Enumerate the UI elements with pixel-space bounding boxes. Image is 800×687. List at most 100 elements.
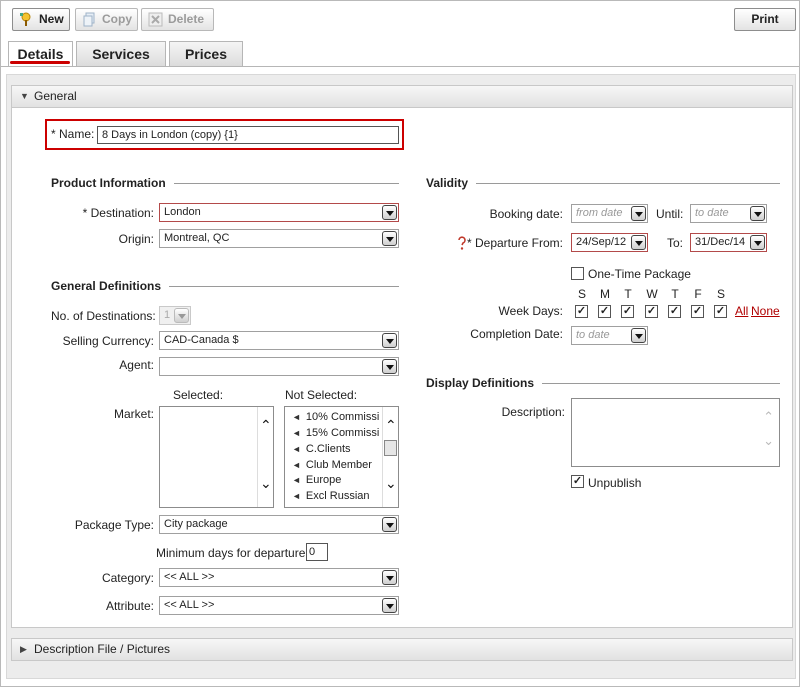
list-item[interactable]: ◄ 10% Commissi [292,411,379,423]
booking-date-label: Booking date: [489,207,563,221]
market-selected-list[interactable]: ⌃ ⌄ [159,406,274,508]
chevron-down-icon [174,308,189,323]
num-destinations-value: 1 [164,309,171,321]
weekday-header: F [694,287,702,301]
unpublish-checkbox[interactable]: ✓ [571,475,584,488]
weekday-header: M [600,287,610,301]
selling-currency-select[interactable]: CAD-Canada $ [159,331,399,350]
list-item[interactable]: ◄ Club Member [292,459,372,471]
scroll-down-icon[interactable]: ⌄ [763,433,774,449]
agent-select[interactable] [159,357,399,376]
select-all-days-link[interactable]: All [735,304,748,318]
active-tab-indicator [10,61,70,64]
chevron-down-icon [382,598,397,613]
departure-from-date[interactable]: 24/Sep/12 [571,233,648,252]
list-item[interactable]: ◄ C.Clients [292,443,351,455]
weekday-header: S [577,287,586,301]
booking-from-date[interactable]: from date [571,204,648,223]
one-time-checkbox[interactable] [571,267,584,280]
scroll-up-icon[interactable]: ⌃ [385,417,397,434]
departure-from-label: * Departure From: [466,236,563,250]
weekday-header: T [624,287,632,301]
to-label: To: [667,236,684,250]
list-item[interactable]: ◄ 15% Commissi [292,427,379,439]
chevron-down-icon [382,359,397,374]
calendar-dropdown-icon [631,235,646,250]
list-item[interactable]: ◄ Excl Russian [292,490,370,502]
origin-select[interactable]: Montreal, QC [159,229,399,248]
tab-prices-label: Prices [184,46,228,62]
arrow-left-icon: ◄ [292,491,301,501]
tab-services[interactable]: Services [76,41,166,66]
description-label: Description: [501,405,565,419]
chevron-down-icon [382,517,397,532]
weekday-header: S [716,287,725,301]
description-textarea[interactable]: ⌃ ⌄ [571,398,780,467]
arrow-left-icon: ◄ [292,475,301,485]
market-not-selected-list[interactable]: ◄ 10% Commissi ◄ 15% Commissi ◄ C.Clients ◄… [284,406,399,508]
min-days-label: Minimum days for departure [156,546,306,560]
chevron-down-icon [382,570,397,585]
name-label: * Name: [51,127,95,141]
chevron-down-icon [382,205,397,220]
destination-label: * Destination: [82,206,154,220]
copy-label: Copy [102,12,132,26]
weekday-checkbox-wed[interactable]: ✓ [645,305,658,318]
scroll-up-icon[interactable]: ⌃ [763,409,774,425]
list-item[interactable]: ◄ Europe [292,474,341,486]
weekday-header: W [646,287,658,301]
destination-select[interactable]: London [159,203,399,222]
package-type-value: City package [164,518,228,530]
delete-icon [148,12,163,27]
booking-to-date[interactable]: to date [690,204,767,223]
min-days-value: 0 [309,546,316,558]
package-type-select[interactable]: City package [159,515,399,534]
expand-triangle-icon: ▶ [20,644,27,654]
booking-from-placeholder: from date [576,207,623,219]
scroll-up-icon[interactable]: ⌃ [260,417,272,434]
scroll-thumb[interactable] [384,440,397,456]
general-panel-header[interactable]: ▼ General [11,85,793,108]
weekday-checkbox-sat[interactable]: ✓ [714,305,727,318]
print-button[interactable]: Print [734,8,796,31]
name-field[interactable]: 8 Days in London (copy) {1} [97,126,399,144]
collapse-triangle-icon: ▼ [20,91,29,101]
num-destinations-label: No. of Destinations: [51,309,156,323]
new-icon [20,12,31,26]
select-none-days-link[interactable]: None [751,304,780,318]
weekday-checkbox-mon[interactable]: ✓ [598,305,611,318]
scroll-down-icon[interactable]: ⌄ [385,475,397,492]
display-definitions-title: Display Definitions [426,376,543,390]
not-selected-list-scrollbar[interactable]: ⌃ ⌄ [382,407,398,507]
until-label: Until: [656,207,684,221]
category-value: << ALL >> [164,571,215,583]
description-file-panel-header[interactable]: ▶ Description File / Pictures [11,638,793,661]
category-select[interactable]: << ALL >> [159,568,399,587]
calendar-dropdown-icon [750,206,765,221]
departure-to-value: 31/Dec/14 [695,236,746,248]
weekday-checkbox-tue[interactable]: ✓ [621,305,634,318]
weekday-checkbox-fri[interactable]: ✓ [691,305,704,318]
product-info-title: Product Information [51,176,174,190]
copy-button[interactable]: Copy [75,8,138,31]
attribute-value: << ALL >> [164,599,215,611]
completion-date[interactable]: to date [571,326,648,345]
origin-value: Montreal, QC [164,232,230,244]
tab-bar-divider [1,66,799,67]
scroll-down-icon[interactable]: ⌄ [260,475,272,492]
attribute-select[interactable]: << ALL >> [159,596,399,615]
min-days-input[interactable]: 0 [306,543,328,561]
tab-prices[interactable]: Prices [169,41,243,66]
delete-button[interactable]: Delete [141,8,214,31]
departure-to-date[interactable]: 31/Dec/14 [690,233,767,252]
selected-list-scrollbar[interactable]: ⌃ ⌄ [257,407,273,507]
selected-label: Selected: [173,388,224,402]
market-label: Market: [113,407,154,421]
weekday-checkbox-sun[interactable]: ✓ [575,305,588,318]
list-item-label: 15% Commissi [305,427,380,439]
new-button[interactable]: New [12,8,70,31]
chevron-down-icon [382,231,397,246]
agent-label: Agent: [119,358,154,372]
num-destinations-select[interactable]: 1 [159,306,191,325]
weekday-checkbox-thu[interactable]: ✓ [668,305,681,318]
